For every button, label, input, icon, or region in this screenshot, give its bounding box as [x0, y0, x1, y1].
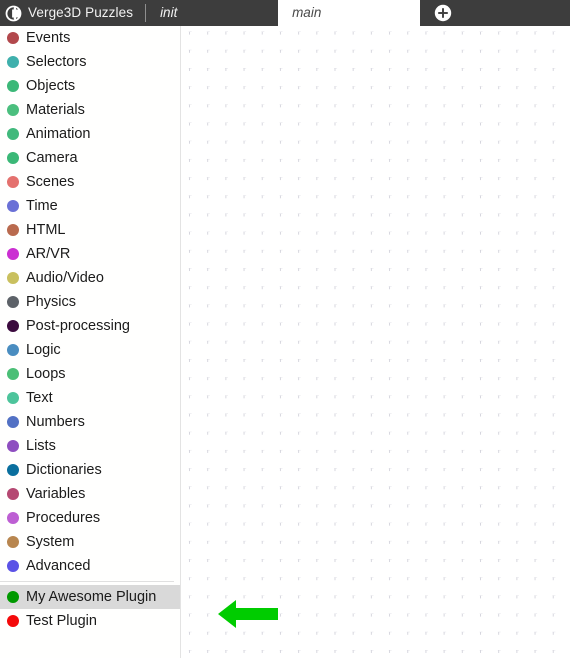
plugin-label: Test Plugin — [26, 613, 97, 629]
app-title: Verge3D Puzzles — [28, 5, 134, 20]
category-physics[interactable]: Physics — [0, 290, 180, 314]
plugin-color-dot — [7, 615, 19, 627]
category-label: Post-processing — [26, 318, 130, 334]
category-color-dot — [7, 224, 19, 236]
category-color-dot — [7, 80, 19, 92]
category-system[interactable]: System — [0, 530, 180, 554]
category-time[interactable]: Time — [0, 194, 180, 218]
category-label: Scenes — [26, 174, 75, 190]
category-color-dot — [7, 560, 19, 572]
category-label: System — [26, 534, 75, 550]
category-scenes[interactable]: Scenes — [0, 170, 180, 194]
category-audio-video[interactable]: Audio/Video — [0, 266, 180, 290]
category-label: Selectors — [26, 54, 87, 70]
category-logic[interactable]: Logic — [0, 338, 180, 362]
category-color-dot — [7, 512, 19, 524]
tab-init[interactable]: init — [146, 0, 278, 26]
category-events[interactable]: Events — [0, 26, 180, 50]
category-color-dot — [7, 296, 19, 308]
toolbox-category-list[interactable]: Events Selectors Objects Materials Anima… — [0, 26, 181, 658]
verge3d-puzzle-logo-icon — [5, 5, 22, 22]
category-color-dot — [7, 176, 19, 188]
arrow-left-annotation — [216, 598, 284, 630]
category-ar-vr[interactable]: AR/VR — [0, 242, 180, 266]
category-label: Materials — [26, 102, 85, 118]
category-html[interactable]: HTML — [0, 218, 180, 242]
plus-circle-icon — [434, 4, 452, 22]
category-lists[interactable]: Lists — [0, 434, 180, 458]
category-label: Procedures — [26, 510, 101, 526]
category-color-dot — [7, 416, 19, 428]
category-camera[interactable]: Camera — [0, 146, 180, 170]
category-color-dot — [7, 248, 19, 260]
toolbox-separator — [0, 581, 174, 582]
category-color-dot — [7, 440, 19, 452]
category-label: Camera — [26, 150, 78, 166]
verge3d-puzzles-window: Verge3D Puzzles init main Events Selecto… — [0, 0, 570, 658]
category-label: Loops — [26, 366, 66, 382]
category-color-dot — [7, 344, 19, 356]
plugin-label: My Awesome Plugin — [26, 589, 157, 605]
category-label: Audio/Video — [26, 270, 104, 286]
plugin-my-awesome-plugin[interactable]: My Awesome Plugin — [0, 585, 180, 609]
plugin-color-dot — [7, 591, 19, 603]
category-color-dot — [7, 536, 19, 548]
category-text[interactable]: Text — [0, 386, 180, 410]
category-variables[interactable]: Variables — [0, 482, 180, 506]
top-bar: Verge3D Puzzles init main — [0, 0, 570, 26]
category-label: Animation — [26, 126, 91, 142]
category-post-processing[interactable]: Post-processing — [0, 314, 180, 338]
category-color-dot — [7, 104, 19, 116]
category-materials[interactable]: Materials — [0, 98, 180, 122]
category-loops[interactable]: Loops — [0, 362, 180, 386]
category-label: Time — [26, 198, 58, 214]
category-numbers[interactable]: Numbers — [0, 410, 180, 434]
plugin-test-plugin[interactable]: Test Plugin — [0, 609, 180, 633]
category-label: HTML — [26, 222, 66, 238]
category-color-dot — [7, 320, 19, 332]
category-label: Physics — [26, 294, 76, 310]
category-label: Logic — [26, 342, 61, 358]
category-color-dot — [7, 32, 19, 44]
category-procedures[interactable]: Procedures — [0, 506, 180, 530]
add-tab-button[interactable] — [420, 0, 452, 26]
category-label: Variables — [26, 486, 86, 502]
category-color-dot — [7, 488, 19, 500]
app-brand: Verge3D Puzzles — [0, 0, 133, 26]
category-label: Objects — [26, 78, 76, 94]
category-label: Dictionaries — [26, 462, 102, 478]
category-label: Text — [26, 390, 53, 406]
category-objects[interactable]: Objects — [0, 74, 180, 98]
category-label: AR/VR — [26, 246, 71, 262]
category-color-dot — [7, 128, 19, 140]
puzzles-workspace-canvas[interactable] — [183, 26, 570, 658]
category-dictionaries[interactable]: Dictionaries — [0, 458, 180, 482]
tab-main[interactable]: main — [278, 0, 421, 26]
category-color-dot — [7, 56, 19, 68]
category-label: Numbers — [26, 414, 85, 430]
category-selectors[interactable]: Selectors — [0, 50, 180, 74]
category-color-dot — [7, 368, 19, 380]
category-label: Advanced — [26, 558, 91, 574]
category-color-dot — [7, 200, 19, 212]
category-animation[interactable]: Animation — [0, 122, 180, 146]
category-color-dot — [7, 272, 19, 284]
category-color-dot — [7, 152, 19, 164]
category-label: Lists — [26, 438, 56, 454]
top-bar-filler — [452, 0, 570, 26]
category-color-dot — [7, 392, 19, 404]
category-color-dot — [7, 464, 19, 476]
category-label: Events — [26, 30, 71, 46]
category-advanced[interactable]: Advanced — [0, 554, 180, 578]
